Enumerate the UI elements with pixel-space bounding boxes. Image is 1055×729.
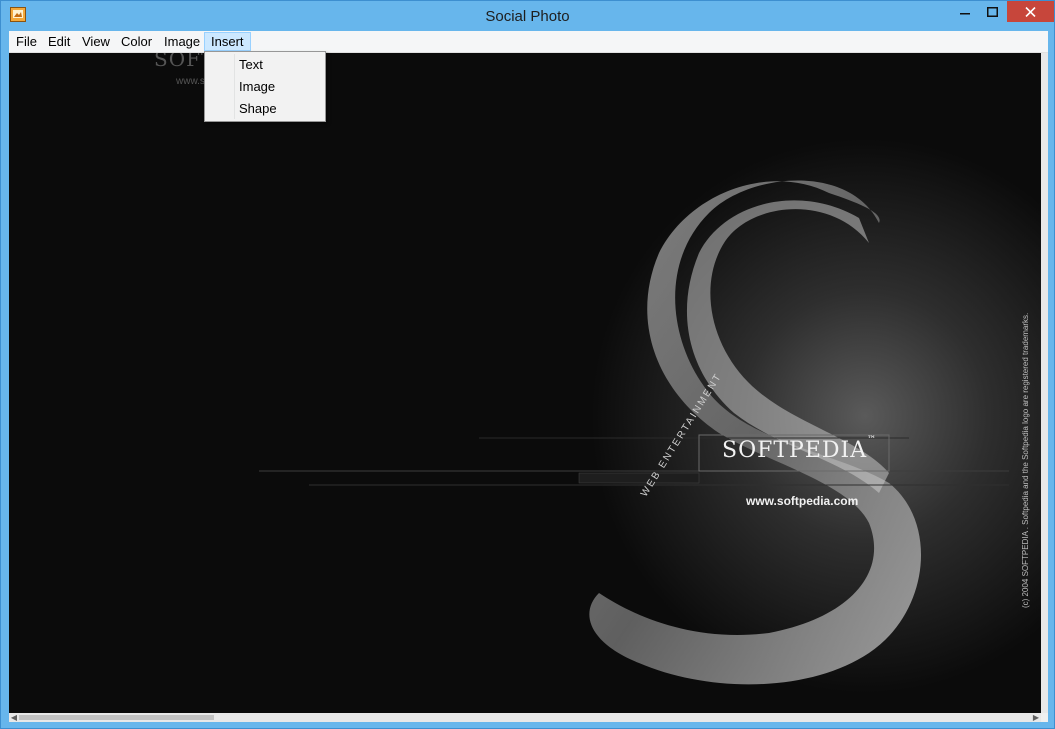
menu-color[interactable]: Color: [115, 32, 158, 51]
brand-url: www.softpedia.com: [746, 494, 859, 508]
minimize-button[interactable]: [953, 1, 977, 22]
scroll-right-arrow-icon[interactable]: ▶: [1031, 713, 1041, 722]
maximize-icon: [986, 6, 998, 17]
menu-edit[interactable]: Edit: [42, 32, 76, 51]
title-bar[interactable]: Social Photo: [1, 1, 1054, 31]
menu-image[interactable]: Image: [158, 32, 206, 51]
copyright-vertical: (c) 2004 SOFTPEDIA . Softpedia and the S…: [1021, 312, 1030, 608]
minimize-icon: [960, 12, 970, 14]
menu-bar: File Edit View Color Image Insert: [9, 31, 1048, 53]
menu-insert[interactable]: Insert: [204, 32, 251, 51]
maximize-button[interactable]: [980, 1, 1004, 22]
app-window: Social Photo File Edit View Color Image …: [0, 0, 1055, 729]
insert-image-menu-item[interactable]: Image: [207, 76, 323, 98]
scrollbar-corner: [1041, 713, 1048, 722]
vertical-scrollbar[interactable]: [1041, 53, 1048, 713]
softpedia-wallpaper-image: [9, 53, 1041, 713]
horizontal-scroll-thumb[interactable]: [19, 715, 214, 720]
insert-shape-menu-item[interactable]: Shape: [207, 98, 323, 120]
menu-view[interactable]: View: [76, 32, 116, 51]
image-canvas[interactable]: SOFTPEDIA www.softpedia.com SOFTPEDIA ™ …: [9, 53, 1041, 713]
brand-logo-text: SOFTPEDIA: [722, 438, 868, 463]
horizontal-scrollbar[interactable]: ◀ ▶: [9, 713, 1041, 722]
scroll-left-arrow-icon[interactable]: ◀: [9, 713, 19, 722]
insert-text-menu-item[interactable]: Text: [207, 54, 323, 76]
window-title: Social Photo: [485, 8, 570, 25]
close-button[interactable]: [1007, 1, 1054, 22]
menu-file[interactable]: File: [10, 32, 43, 51]
client-area: File Edit View Color Image Insert SOFTPE…: [9, 31, 1048, 722]
insert-dropdown-menu: Text Image Shape: [204, 51, 326, 122]
trademark-symbol: ™: [867, 435, 876, 445]
close-icon: [1025, 6, 1036, 17]
